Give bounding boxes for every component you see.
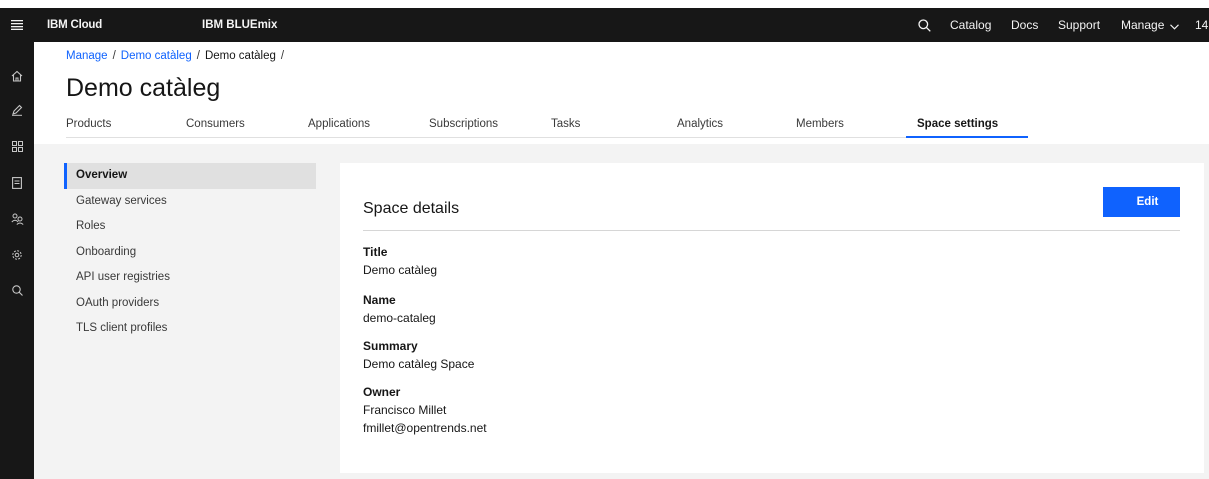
field-label: Owner	[363, 385, 401, 399]
sidenav-item-label: Overview	[76, 169, 128, 181]
hamburger-menu-icon[interactable]	[0, 8, 34, 42]
apps-grid-icon[interactable]	[0, 136, 34, 156]
field-name: Name demo-cataleg	[363, 292, 436, 326]
account-overflow-text[interactable]: 14	[1195, 8, 1208, 42]
breadcrumb-separator: /	[280, 50, 285, 62]
tab-active-indicator	[906, 136, 1028, 138]
field-label: Summary	[363, 339, 418, 353]
breadcrumb: Manage / Demo catàleg / Demo catàleg /	[66, 50, 289, 62]
icon-rail	[0, 42, 34, 479]
edit-icon[interactable]	[0, 100, 34, 120]
edit-button[interactable]: Edit	[1103, 187, 1180, 217]
sidenav-item-label: API user registries	[76, 271, 170, 283]
docs-link[interactable]: Docs	[1011, 8, 1038, 42]
breadcrumb-separator: /	[112, 50, 116, 62]
catalog-icon[interactable]	[0, 173, 34, 193]
field-label: Name	[363, 293, 396, 307]
tab-applications[interactable]: Applications	[308, 110, 370, 139]
chevron-down-icon	[1170, 9, 1180, 43]
field-value: demo-cataleg	[363, 311, 436, 325]
sidenav-item-label: Roles	[76, 220, 106, 232]
sidenav-item-label: Gateway services	[76, 194, 167, 207]
owner-name: Francisco Millet	[363, 403, 447, 417]
breadcrumb-separator: /	[196, 50, 200, 62]
sidenav-item-roles[interactable]: Roles	[64, 214, 316, 240]
sidenav-item-gateway-services[interactable]: Gateway services	[64, 189, 316, 215]
top-header: IBM Cloud IBM BLUEmix Catalog Docs Suppo…	[0, 8, 1209, 42]
field-value: Demo catàleg	[363, 263, 438, 277]
sidenav-item-label: OAuth providers	[76, 296, 160, 309]
tab-tasks[interactable]: Tasks	[551, 110, 580, 139]
field-title: Title Demo catàleg	[363, 244, 437, 278]
owner-email: fmillet@opentrends.net	[363, 421, 487, 435]
app-window: IBM Cloud IBM BLUEmix Catalog Docs Suppo…	[0, 0, 1209, 479]
tab-subscriptions[interactable]: Subscriptions	[429, 110, 498, 139]
breadcrumb-catalog[interactable]: Demo catàleg	[121, 50, 192, 62]
search-icon[interactable]	[910, 8, 938, 42]
manage-menu[interactable]: Manage	[1121, 8, 1180, 43]
card-heading: Space details	[363, 200, 460, 217]
sidenav-item-tls-client-profiles[interactable]: TLS client profiles	[64, 316, 316, 342]
sidenav-item-overview[interactable]: Overview	[64, 163, 316, 189]
tab-members[interactable]: Members	[796, 110, 844, 139]
field-owner: Owner Francisco Millet fmillet@opentrend…	[363, 384, 487, 436]
product-name[interactable]: IBM BLUEmix	[202, 8, 277, 42]
sidenav-item-onboarding[interactable]: Onboarding	[64, 240, 316, 266]
sidenav-item-label: TLS client profiles	[76, 322, 168, 334]
space-details-card: Space details Edit Title Demo catàleg Na…	[340, 163, 1204, 473]
field-summary: Summary Demo catàleg Space	[363, 338, 474, 372]
field-value: Demo catàleg Space	[363, 357, 475, 371]
card-divider	[363, 230, 1180, 231]
sidenav-active-indicator	[64, 163, 67, 189]
tab-bar: Products Consumers Applications Subscrip…	[66, 110, 1209, 139]
tab-consumers[interactable]: Consumers	[186, 110, 245, 139]
sidenav-item-api-user-registries[interactable]: API user registries	[64, 265, 316, 291]
users-icon[interactable]	[0, 209, 34, 229]
breadcrumb-current: Demo catàleg	[204, 50, 276, 62]
tab-analytics[interactable]: Analytics	[677, 110, 723, 139]
field-label: Title	[363, 245, 388, 259]
tab-products[interactable]: Products	[66, 110, 111, 139]
tab-space-settings[interactable]: Space settings	[917, 110, 998, 139]
sidenav-item-label: Onboarding	[76, 245, 137, 258]
page-title: Demo catàleg	[66, 74, 221, 102]
settings-icon[interactable]	[0, 245, 34, 265]
window-top-edge	[0, 0, 1209, 8]
search-icon[interactable]	[0, 280, 34, 300]
brand-name[interactable]: IBM Cloud	[47, 8, 102, 42]
settings-sidenav: Overview Gateway services Roles Onboardi…	[64, 163, 316, 342]
breadcrumb-manage[interactable]: Manage	[66, 50, 108, 62]
manage-label: Manage	[1121, 18, 1165, 32]
catalog-link[interactable]: Catalog	[950, 8, 991, 42]
support-link[interactable]: Support	[1058, 8, 1100, 42]
home-icon[interactable]	[0, 66, 34, 86]
sidenav-item-oauth-providers[interactable]: OAuth providers	[64, 291, 316, 317]
